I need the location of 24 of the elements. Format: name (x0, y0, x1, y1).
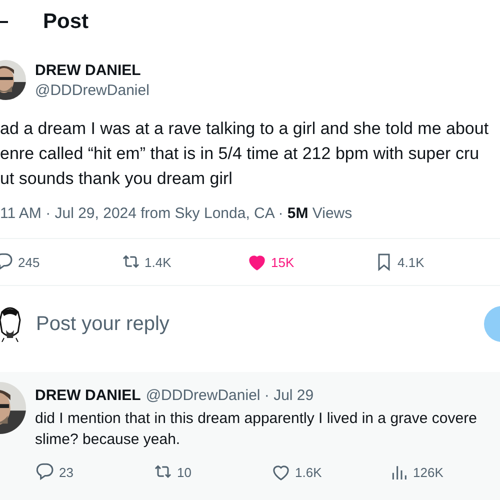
speech-bubble-button[interactable]: 245 (0, 252, 120, 272)
author-handle: @DDDrewDaniel (35, 82, 150, 98)
reply-author-handle: @DDDrewDaniel (146, 387, 260, 404)
bar-chart-button[interactable]: 126K (389, 462, 500, 482)
avatar-drawing (0, 306, 22, 342)
reply-date: · Jul 29 (263, 387, 314, 404)
repost-arrows-button[interactable]: 10 (153, 462, 271, 482)
repost-arrows-button[interactable]: 1.4K (120, 252, 247, 272)
heart-button[interactable]: 15K (247, 252, 374, 272)
post-text-line: ad a dream I was at a rave talking to a girl and she told me about (0, 118, 489, 140)
reply-author-name: DREW DANIEL (35, 387, 141, 404)
post-metadata: 11 AM · Jul 29, 2024 from Sky Londa, CA · 5M Views (0, 205, 352, 222)
page-title: Post (43, 10, 89, 34)
author-name: DREW DANIEL (35, 62, 142, 78)
reply-text-line: did I mention that in this dream apparently I lived in a grave covere (35, 409, 477, 429)
speech-bubble-icon (0, 252, 14, 272)
heart-button[interactable]: 1.6K (271, 462, 389, 482)
post-text-line: ut sounds thank you dream girl (0, 168, 232, 190)
reply-text-line: slime? because yeah. (35, 430, 180, 450)
reply-field[interactable]: Post your reply (34, 312, 418, 336)
speech-bubble-icon (35, 462, 55, 482)
bookmark-button[interactable]: 4.1K (374, 252, 500, 272)
post-text-line: enre called “hit em” that is in 5/4 time at 212 bpm with super cru (0, 143, 480, 165)
speech-bubble-button[interactable]: 23 (35, 462, 153, 482)
